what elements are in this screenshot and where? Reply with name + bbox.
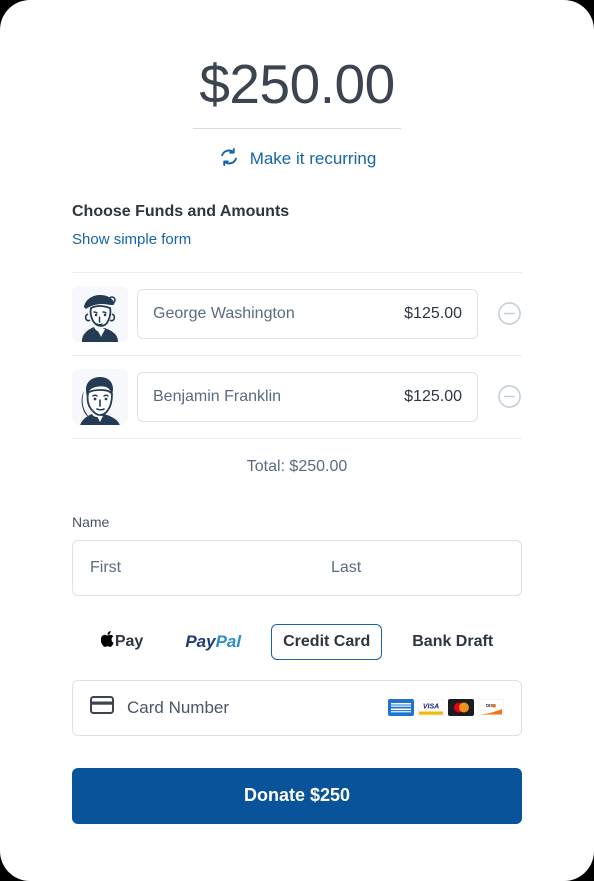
george-washington-portrait bbox=[72, 285, 128, 342]
accepted-card-brands: VISA DISC bbox=[388, 699, 504, 717]
refresh-recurring-icon bbox=[218, 146, 240, 173]
show-simple-form-link[interactable]: Show simple form bbox=[72, 231, 522, 248]
card-number-field[interactable]: Card Number VISA DISC bbox=[72, 679, 522, 736]
funds-section-heading: Choose Funds and Amounts bbox=[72, 202, 290, 220]
apple-icon bbox=[100, 631, 114, 652]
mastercard-icon bbox=[448, 699, 474, 717]
tab-bank-draft[interactable]: Bank Draft bbox=[400, 625, 505, 658]
discover-icon: DISC bbox=[478, 699, 504, 717]
fund-amount: $125.00 bbox=[404, 387, 462, 405]
apple-pay-label: Pay bbox=[114, 632, 144, 650]
fund-row: Benjamin Franklin $125.00 bbox=[72, 356, 522, 439]
tab-apple-pay[interactable]: Pay bbox=[89, 625, 155, 658]
svg-text:VISA: VISA bbox=[423, 704, 439, 711]
donation-form-card: $250.00 Make it recurring Choose Funds a… bbox=[0, 0, 594, 881]
paypal-label-pal: Pal bbox=[215, 631, 242, 651]
minus-circle-icon[interactable] bbox=[497, 301, 522, 326]
card-number-placeholder: Card Number bbox=[127, 697, 230, 717]
fund-name: George Washington bbox=[153, 304, 295, 322]
fund-designation-field[interactable]: George Washington $125.00 bbox=[137, 288, 478, 339]
amount-header: $250.00 Make it recurring bbox=[0, 0, 594, 173]
payment-method-tabs: Pay Pay Pal Credit Card Bank Draft bbox=[72, 623, 522, 660]
tab-paypal[interactable]: Pay Pal bbox=[173, 625, 253, 658]
fund-designation-field[interactable]: Benjamin Franklin $125.00 bbox=[137, 371, 478, 422]
donate-submit-button[interactable]: Donate $250 bbox=[72, 767, 522, 824]
fund-list: George Washington $125.00 Benjamin Frank… bbox=[72, 271, 522, 439]
visa-icon: VISA bbox=[418, 699, 444, 717]
name-input-group bbox=[72, 539, 522, 596]
form-body: Choose Funds and Amounts Show simple for… bbox=[0, 203, 594, 824]
total-amount: Total: $250.00 bbox=[246, 457, 348, 475]
credit-card-tab-label: Credit Card bbox=[283, 632, 371, 650]
minus-circle-icon[interactable] bbox=[497, 384, 522, 409]
first-name-input[interactable] bbox=[73, 540, 314, 595]
paypal-label-pay: Pay bbox=[185, 631, 216, 651]
make-it-recurring-label: Make it recurring bbox=[249, 149, 377, 169]
credit-card-icon bbox=[90, 696, 114, 719]
bank-draft-tab-label: Bank Draft bbox=[412, 632, 494, 650]
fund-amount: $125.00 bbox=[404, 304, 462, 322]
make-it-recurring-toggle[interactable]: Make it recurring bbox=[0, 146, 594, 173]
amex-icon bbox=[388, 699, 414, 717]
fund-name: Benjamin Franklin bbox=[153, 387, 282, 405]
tab-credit-card[interactable]: Credit Card bbox=[271, 623, 383, 660]
benjamin-franklin-portrait bbox=[72, 368, 128, 425]
last-name-input[interactable] bbox=[314, 540, 521, 595]
fund-row: George Washington $125.00 bbox=[72, 273, 522, 356]
name-label: Name bbox=[72, 513, 110, 530]
donation-amount-display: $250.00 bbox=[193, 55, 401, 129]
